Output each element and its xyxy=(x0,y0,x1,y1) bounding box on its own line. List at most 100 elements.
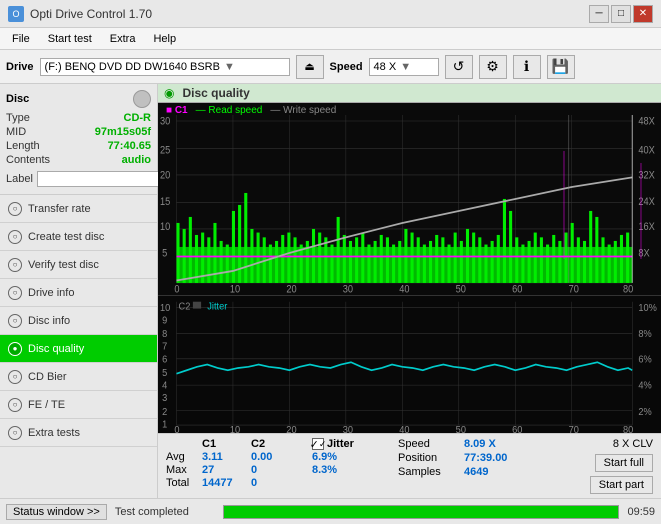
start-full-button[interactable]: Start full xyxy=(595,454,653,472)
svg-text:8%: 8% xyxy=(638,329,652,341)
nav-extra-tests-label: Extra tests xyxy=(28,427,80,439)
drive-info-icon: ○ xyxy=(8,286,22,300)
start-part-button[interactable]: Start part xyxy=(590,476,653,494)
svg-text:Jitter: Jitter xyxy=(207,301,228,313)
nav-fe-te-label: FE / TE xyxy=(28,399,65,411)
charts-area: ■ C1 — Read speed — Write speed 30 25 20… xyxy=(158,103,661,433)
minimize-button[interactable]: ─ xyxy=(589,5,609,23)
nav-create-test-disc-label: Create test disc xyxy=(28,231,104,243)
svg-text:8X: 8X xyxy=(638,248,650,260)
svg-text:30: 30 xyxy=(343,425,354,433)
svg-text:80: 80 xyxy=(623,284,634,295)
sidebar-item-create-test-disc[interactable]: ○ Create test disc xyxy=(0,223,157,251)
disc-header: Disc xyxy=(6,90,151,108)
read-speed-legend: — Read speed xyxy=(196,105,263,116)
menu-file[interactable]: File xyxy=(4,31,38,47)
svg-text:48X: 48X xyxy=(638,116,655,128)
chart-legend: ■ C1 — Read speed — Write speed xyxy=(166,105,336,116)
svg-text:9: 9 xyxy=(162,315,167,327)
sidebar-item-extra-tests[interactable]: ○ Extra tests xyxy=(0,419,157,447)
sidebar: Disc Type CD-R MID 97m15s05f Length 77:4… xyxy=(0,84,158,498)
col-c1-header: C1 xyxy=(202,438,247,450)
menubar: File Start test Extra Help xyxy=(0,28,661,50)
status-text: Test completed xyxy=(115,506,215,518)
samples-row-label: Samples xyxy=(398,466,458,478)
jitter-checkbox[interactable]: ✓ xyxy=(312,438,324,450)
chart-header-icon: ◉ xyxy=(164,86,174,100)
maximize-button[interactable]: □ xyxy=(611,5,631,23)
menu-help[interactable]: Help xyxy=(145,31,184,47)
titlebar-title: Opti Drive Control 1.70 xyxy=(30,7,152,21)
max-c2-value: 0 xyxy=(251,464,296,476)
svg-text:40: 40 xyxy=(399,284,410,295)
svg-text:20: 20 xyxy=(160,170,171,182)
col-empty xyxy=(166,438,198,450)
status-window-button[interactable]: Status window >> xyxy=(6,504,107,520)
svg-text:6: 6 xyxy=(162,354,167,366)
drive-select[interactable]: (F:) BENQ DVD DD DW1640 BSRB ▼ xyxy=(40,58,290,76)
svg-text:8: 8 xyxy=(162,329,167,341)
svg-text:4: 4 xyxy=(162,380,168,392)
svg-text:40X: 40X xyxy=(638,145,655,157)
jitter-header: ✓ Jitter xyxy=(312,438,392,450)
svg-text:80: 80 xyxy=(623,425,634,433)
speed-row: Speed 8.09 X xyxy=(398,438,584,450)
nav-transfer-rate-label: Transfer rate xyxy=(28,203,91,215)
sidebar-item-transfer-rate[interactable]: ○ Transfer rate xyxy=(0,195,157,223)
c1-legend: ■ C1 xyxy=(166,105,188,116)
info-button[interactable]: ℹ xyxy=(513,55,541,79)
svg-text:1: 1 xyxy=(162,419,167,431)
sidebar-item-disc-info[interactable]: ○ Disc info xyxy=(0,307,157,335)
nav-verify-test-disc-label: Verify test disc xyxy=(28,259,99,271)
sidebar-item-fe-te[interactable]: ○ FE / TE xyxy=(0,391,157,419)
disc-contents-label: Contents xyxy=(6,154,50,166)
speed-value: 48 X xyxy=(374,61,397,73)
disc-contents-value: audio xyxy=(122,154,151,166)
disc-label-label: Label xyxy=(6,173,33,185)
sidebar-item-verify-test-disc[interactable]: ○ Verify test disc xyxy=(0,251,157,279)
svg-text:0: 0 xyxy=(174,284,180,295)
menu-start-test[interactable]: Start test xyxy=(40,31,100,47)
disc-mid-value: 97m15s05f xyxy=(95,126,151,138)
svg-text:3: 3 xyxy=(162,393,167,405)
svg-text:40: 40 xyxy=(399,425,410,433)
drivebar: Drive (F:) BENQ DVD DD DW1640 BSRB ▼ ⏏ S… xyxy=(0,50,661,84)
svg-text:20: 20 xyxy=(286,284,297,295)
drive-value: (F:) BENQ DVD DD DW1640 BSRB xyxy=(45,61,220,73)
speed-label: Speed xyxy=(330,61,363,73)
settings-button[interactable]: ⚙ xyxy=(479,55,507,79)
speed-row-value: 8.09 X xyxy=(464,438,496,450)
total-label: Total xyxy=(166,477,198,489)
fe-te-icon: ○ xyxy=(8,398,22,412)
app-icon-letter: O xyxy=(12,9,19,19)
eject-button[interactable]: ⏏ xyxy=(296,55,324,79)
disc-icon xyxy=(133,90,151,108)
refresh-button[interactable]: ↺ xyxy=(445,55,473,79)
disc-type-value: CD-R xyxy=(124,112,152,124)
svg-text:20: 20 xyxy=(286,425,297,433)
clv-label: 8 X CLV xyxy=(613,438,653,450)
jitter-avg: 6.9% xyxy=(312,451,392,463)
drive-label: Drive xyxy=(6,61,34,73)
disc-label-input[interactable] xyxy=(37,171,175,187)
svg-text:15: 15 xyxy=(160,196,171,208)
transfer-rate-icon: ○ xyxy=(8,202,22,216)
progress-bar-container xyxy=(223,505,620,519)
main: Disc Type CD-R MID 97m15s05f Length 77:4… xyxy=(0,84,661,498)
sidebar-item-disc-quality[interactable]: ● Disc quality xyxy=(0,335,157,363)
titlebar: O Opti Drive Control 1.70 ─ □ ✕ xyxy=(0,0,661,28)
total-c2-value: 0 xyxy=(251,477,296,489)
bottom-chart: 10 9 8 7 6 5 4 3 2 1 10% 8% 6% 4% 2% xyxy=(158,295,661,433)
close-button[interactable]: ✕ xyxy=(633,5,653,23)
avg-c2-value: 0.00 xyxy=(251,451,296,463)
svg-text:10: 10 xyxy=(160,302,171,314)
speed-select[interactable]: 48 X ▼ xyxy=(369,58,439,76)
save-button[interactable]: 💾 xyxy=(547,55,575,79)
chart-header: ◉ Disc quality xyxy=(158,84,661,103)
svg-text:4%: 4% xyxy=(638,380,652,392)
sidebar-item-drive-info[interactable]: ○ Drive info xyxy=(0,279,157,307)
menu-extra[interactable]: Extra xyxy=(102,31,144,47)
status-time: 09:59 xyxy=(627,506,655,518)
statusbar: Status window >> Test completed 09:59 xyxy=(0,498,661,524)
sidebar-item-cd-bier[interactable]: ○ CD Bier xyxy=(0,363,157,391)
